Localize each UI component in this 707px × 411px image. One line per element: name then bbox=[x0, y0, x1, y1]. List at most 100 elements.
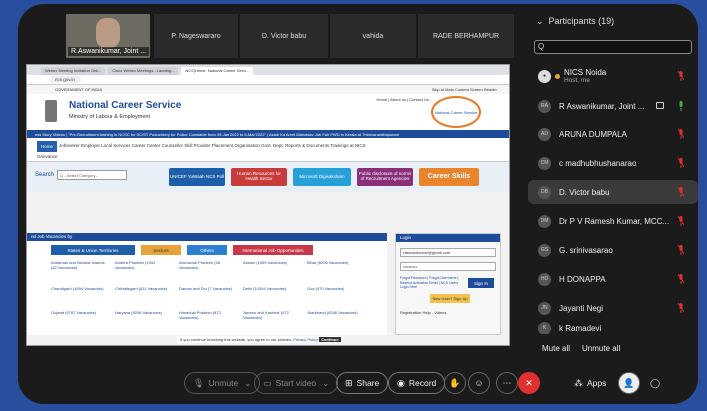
nav-grievance: Grievance bbox=[37, 154, 58, 159]
ministry-name: Ministry of Labour & Employment bbox=[69, 114, 151, 120]
banner-disclosure: Public disclosure of norms of Recruitmen… bbox=[357, 168, 413, 186]
login-password: •••••••••• bbox=[400, 262, 496, 271]
video-tile-self[interactable]: R.Aswanikumar, Joint ... bbox=[66, 14, 150, 58]
more-options-icon[interactable]: ⋯ bbox=[496, 372, 518, 394]
participant-name: H DONAPPA bbox=[559, 274, 606, 284]
mic-muted-icon[interactable] bbox=[678, 303, 684, 313]
vacancy-cell: Jammu and Kashmir (572 Vacancies) bbox=[243, 310, 289, 320]
tile-name: D. Victor babu bbox=[261, 32, 307, 40]
vacancy-cell: Andaman and Nicobar Islands (82 Vacancie… bbox=[51, 260, 105, 270]
outer-frame: R.Aswanikumar, Joint ... P. Nageswararo … bbox=[0, 0, 707, 411]
chevron-down-icon[interactable]: ⌄ bbox=[244, 378, 251, 389]
participant-row[interactable]: JN Jayanti Negi bbox=[528, 296, 698, 320]
cookie-text: If you continue browsing this website, y… bbox=[180, 337, 293, 342]
share-button[interactable]: ⊞ Share bbox=[336, 372, 389, 394]
url-text: ncs.gov.in bbox=[49, 76, 81, 83]
shared-screen: Webex Meeting Invitation Onli... Cisco W… bbox=[26, 64, 510, 346]
vacancy-tab-others: Others bbox=[187, 245, 227, 255]
top-links: Home | About us | Contact Us bbox=[376, 97, 429, 102]
share-icon: ⊞ bbox=[345, 377, 353, 388]
host-badge-icon bbox=[555, 73, 560, 79]
site-nav: Home Jobseeker Employer Local Services C… bbox=[27, 138, 509, 162]
avatar: HD bbox=[538, 272, 551, 286]
banner-microsoft: Microsoft Digisaksham bbox=[293, 168, 351, 186]
mic-muted-icon[interactable] bbox=[678, 216, 684, 226]
video-tile[interactable]: D. Victor babu bbox=[240, 14, 328, 58]
unmute-all-button[interactable]: Unmute all bbox=[582, 344, 620, 353]
participant-row[interactable]: DM Dr P V Ramesh Kumar, MCC... bbox=[528, 209, 698, 233]
mic-on-icon[interactable] bbox=[678, 101, 684, 111]
mic-muted-icon[interactable] bbox=[678, 274, 684, 284]
avatar: CM bbox=[538, 156, 551, 170]
category-select: Q --Select Category-- bbox=[57, 170, 127, 180]
video-off-icon: ▭ bbox=[263, 377, 272, 388]
start-video-button[interactable]: ▭ Start video ⌄ bbox=[254, 372, 339, 394]
participant-row[interactable]: DB D. Victor babu bbox=[528, 180, 698, 204]
chat-icon[interactable]: ◯ bbox=[644, 372, 666, 394]
participant-row[interactable]: ● NICS Noida Host, me bbox=[528, 64, 698, 88]
leave-meeting-icon[interactable]: ✕ bbox=[518, 372, 540, 394]
participant-name: Jayanti Negi bbox=[559, 303, 604, 313]
vacancy-cell: Chandigarh (1694 Vacancies) bbox=[51, 286, 104, 291]
site-search-row: Search Q --Select Category-- UNICEF YuWa… bbox=[27, 162, 509, 192]
participants-header[interactable]: ⌄ Participants (19) bbox=[536, 16, 614, 27]
tile-name: R.Aswanikumar, Joint ... bbox=[68, 47, 150, 56]
participant-row[interactable]: CM c madhubhushanarao bbox=[528, 151, 698, 175]
mic-muted-icon[interactable] bbox=[678, 187, 684, 197]
banner-health: Human Resources for Health Sector bbox=[231, 168, 287, 186]
participant-video bbox=[96, 18, 120, 48]
participants-footer: Mute all Unmute all bbox=[520, 334, 698, 358]
vacancy-cell: Assam (1059 Vacancies) bbox=[243, 260, 288, 265]
video-tile[interactable]: RADE BERHAMPUR bbox=[418, 14, 514, 58]
raise-hand-icon[interactable]: ✋ bbox=[444, 372, 466, 394]
mic-muted-icon[interactable] bbox=[678, 158, 684, 168]
mic-muted-icon: 🎙 bbox=[193, 377, 205, 388]
participants-toggle-icon[interactable]: 👤 bbox=[618, 372, 640, 394]
vacancy-cell: Andhra Pradesh (1932 Vacancies) bbox=[115, 260, 156, 270]
video-tile[interactable]: P. Nageswararo bbox=[154, 14, 238, 58]
logo-text: National Career Service bbox=[434, 109, 478, 115]
reactions-icon[interactable]: ☺ bbox=[468, 372, 490, 394]
vacancy-cell: Chhattisgarh (611 Vacancies) bbox=[115, 286, 168, 291]
apps-icon: ⁂ bbox=[574, 377, 583, 388]
mic-muted-icon[interactable] bbox=[678, 245, 684, 255]
mic-muted-icon[interactable] bbox=[678, 71, 684, 81]
chevron-down-icon[interactable]: ⌄ bbox=[322, 378, 329, 389]
nav-items: Jobseeker Employer Local Services Career… bbox=[59, 143, 366, 148]
mic-muted-icon[interactable] bbox=[678, 129, 684, 139]
avatar: JN bbox=[538, 301, 551, 315]
mute-all-button[interactable]: Mute all bbox=[542, 344, 570, 353]
avatar: ● bbox=[538, 69, 551, 83]
unmute-button[interactable]: 🎙 Unmute ⌄ bbox=[184, 372, 261, 394]
participant-name: c madhubhushanarao bbox=[559, 158, 637, 168]
participant-search-input[interactable]: Q bbox=[534, 40, 692, 54]
participant-row[interactable]: HD H DONAPPA bbox=[528, 267, 698, 291]
tile-name: P. Nageswararo bbox=[171, 32, 221, 40]
login-header: Login bbox=[396, 234, 500, 242]
participant-name: D. Victor babu bbox=[559, 187, 610, 197]
vacancy-cell: Delhi (14394 Vacancies) bbox=[243, 286, 287, 291]
chevron-down-icon[interactable]: ⌄ bbox=[536, 16, 544, 26]
participants-title: Participants (19) bbox=[548, 16, 615, 26]
site-title: National Career Service bbox=[69, 100, 182, 111]
avatar: DM bbox=[538, 214, 551, 228]
record-button[interactable]: ◉ Record bbox=[388, 372, 446, 394]
cookie-banner: If you continue browsing this website, y… bbox=[177, 336, 344, 343]
participant-row[interactable]: GS G. srinivasarao bbox=[528, 238, 698, 262]
login-links: Forgot Password | Forgot Username | Rese… bbox=[400, 276, 459, 290]
apps-button[interactable]: ⁂ Apps bbox=[566, 372, 614, 394]
participants-panel: ⌄ Participants (19) Q ● NICS Noida Host, … bbox=[520, 4, 698, 364]
avatar: DB bbox=[538, 185, 551, 199]
tile-name: RADE BERHAMPUR bbox=[432, 32, 500, 40]
vacancy-tab-sectors: Sectors bbox=[141, 245, 181, 255]
participant-row[interactable]: AD ARUNA DUMPALA bbox=[528, 122, 698, 146]
login-email: raswanikumar@gmail.com bbox=[400, 248, 496, 257]
participant-row[interactable]: K k Ramadevi bbox=[528, 322, 698, 334]
gov-links: Skip to Main Content Screen Reader bbox=[431, 87, 497, 92]
gov-label: GOVERNMENT OF INDIA bbox=[55, 87, 103, 92]
video-tile[interactable]: vahida bbox=[330, 14, 416, 58]
avatar: K bbox=[538, 322, 551, 334]
browser-tab: Webex Meeting Invitation Onli... bbox=[41, 67, 106, 75]
ncs-logo: National Career Service bbox=[431, 96, 481, 128]
participant-row[interactable]: RA R Aswanikumar, Joint ... bbox=[528, 94, 698, 118]
